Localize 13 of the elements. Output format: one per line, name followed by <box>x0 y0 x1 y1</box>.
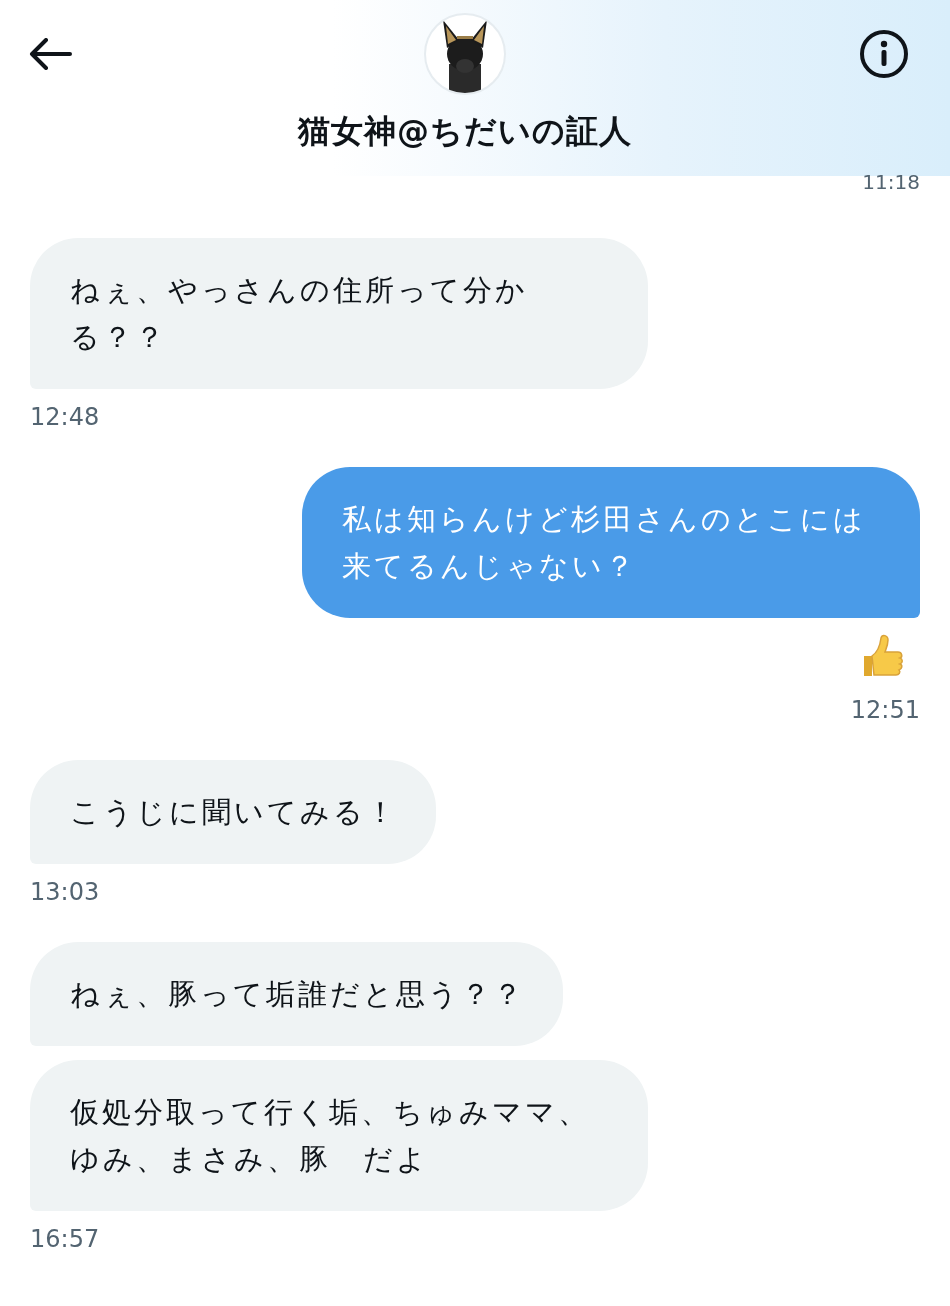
message-bubble: 仮処分取って行く垢、ちゅみママ、ゆみ、まさみ、豚 だよ <box>30 1060 648 1211</box>
info-icon[interactable] <box>858 28 910 80</box>
message-time: 16:57 <box>30 1225 100 1253</box>
message-time: 12:51 <box>850 696 920 724</box>
message-time: 11:18 <box>862 170 920 194</box>
message-time: 12:48 <box>30 403 100 431</box>
message-bubble: こうじに聞いてみる！ <box>30 760 436 864</box>
chat-title: 猫女神@ちだいの証人 <box>298 111 632 152</box>
message-bubble: 私は知らんけど杉田さんのとこには来てるんじゃない？ <box>302 467 920 618</box>
message-bubble: ねぇ、豚って垢誰だと思う？？ <box>30 942 563 1046</box>
message-bubble: ねぇ、やっさんの住所って分かる？？ <box>30 238 648 389</box>
back-arrow-icon[interactable] <box>28 38 72 70</box>
message-time: 13:03 <box>30 878 100 906</box>
